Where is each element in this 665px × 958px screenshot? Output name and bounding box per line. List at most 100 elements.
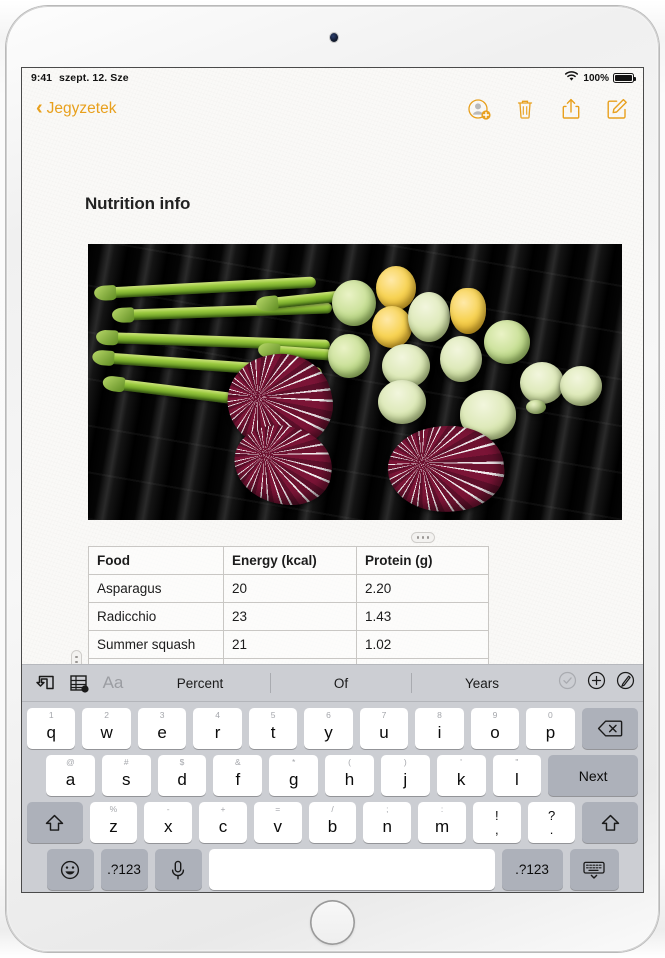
microphone-icon[interactable] [154,849,202,890]
key-h[interactable]: (h [325,755,374,796]
back-to-notes-button[interactable]: ‹ Jegyzetek [36,97,117,119]
delete-backward-icon[interactable] [581,708,639,749]
keyboard-row-4: .?123 .?123 [22,849,643,890]
compose-icon[interactable] [605,97,629,121]
key-p[interactable]: 0p [526,708,575,749]
keyboard-toolbar: Aa Percent Of Years [22,665,643,702]
undo-arrow-icon[interactable] [28,668,62,698]
cell-food[interactable]: Summer squash [88,630,224,659]
on-screen-keyboard: Aa Percent Of Years 1 q 2 w 3 e 4 r 5 t … [22,664,643,892]
ipad-screen: 9:41 szept. 12. Sze 100% ‹ Jegyzetek Nut… [22,68,643,892]
key-u[interactable]: 7u [359,708,409,749]
page-title: Nutrition info [85,194,191,213]
key-r[interactable]: 4r [193,708,242,749]
battery-percent: 100% [583,72,609,84]
trash-icon[interactable] [513,97,537,121]
shift-key-left[interactable] [27,802,83,843]
squash-slice [378,380,426,424]
key-s[interactable]: # s [101,755,151,796]
key-k[interactable]: ' k [436,755,486,796]
nav-actions [467,97,629,121]
cell-food[interactable]: Radicchio [88,602,224,631]
table-row: Asparagus 20 2.20 [88,574,489,603]
chevron-left-icon: ‹ [36,97,43,119]
share-icon[interactable] [559,97,583,121]
cell-protein[interactable]: 1.43 [356,602,489,631]
cell-protein[interactable]: 2.20 [356,574,489,603]
ipad-device: 9:41 szept. 12. Sze 100% ‹ Jegyzetek Nut… [0,0,665,958]
squash [328,334,370,378]
table-row: Radicchio 23 1.43 [88,602,489,631]
numbers-key-left[interactable]: .?123 [100,849,148,890]
insert-table-icon[interactable] [62,668,96,698]
squash-stem [526,400,546,414]
cell-energy[interactable]: 21 [223,630,357,659]
prediction-2[interactable]: Of [271,676,411,691]
key-w[interactable]: 2w [82,708,131,749]
status-date: szept. 12. Sze [59,72,129,84]
key-g[interactable]: * g [269,755,319,796]
note-photo[interactable] [88,244,622,520]
column-header-energy[interactable]: Energy (kcal) [223,546,357,575]
squash-slice [484,320,530,364]
text-format-button[interactable]: Aa [96,668,130,698]
cell-energy[interactable]: 20 [223,574,357,603]
key-z[interactable]: % z [89,802,138,843]
key-x[interactable]: -x [144,802,193,843]
status-bar: 9:41 szept. 12. Sze 100% [22,68,643,88]
key-f[interactable]: & f [213,755,263,796]
key-o[interactable]: 9o [470,708,520,749]
cell-protein[interactable]: 1.02 [356,630,489,659]
squash-slice [440,336,482,382]
key-v[interactable]: = v [253,802,302,843]
home-button[interactable] [310,900,355,945]
key-question-period[interactable]: ?. [527,802,576,843]
wifi-icon [564,71,579,85]
prediction-3[interactable]: Years [412,676,552,691]
key-e[interactable]: 3e [137,708,187,749]
add-person-icon[interactable] [467,97,491,121]
key-j[interactable]: ) j [380,755,430,796]
key-y[interactable]: 6y [304,708,353,749]
squash-slice [520,362,564,404]
column-header-food[interactable]: Food [88,546,224,575]
table-column-handle[interactable] [411,532,435,543]
key-l[interactable]: " l [492,755,542,796]
keyboard-row-2: @ a # s $ d & f * g (h ) j ' k " l Next [22,755,643,796]
keyboard-row-3: % z -x + c = v / b ; n :m !, ?. [22,802,643,843]
squash [332,280,376,326]
key-m[interactable]: :m [418,802,466,843]
navigation-bar: ‹ Jegyzetek [22,88,643,130]
column-header-protein[interactable]: Protein (g) [356,546,489,575]
key-t[interactable]: 5t [248,708,298,749]
return-key[interactable]: Next [548,755,638,796]
cell-energy[interactable]: 23 [223,602,357,631]
front-camera [330,33,338,42]
numbers-key-right[interactable]: .?123 [501,849,563,890]
yellow-squash [450,288,486,334]
hide-keyboard-icon[interactable] [569,849,619,890]
key-c[interactable]: + c [199,802,247,843]
key-q[interactable]: 1q [26,708,76,749]
squash-slice [408,292,450,342]
cell-food[interactable]: Asparagus [88,574,224,603]
table-header-row: Food Energy (kcal) Protein (g) [88,546,489,575]
back-button-label: Jegyzetek [46,100,117,117]
prediction-1[interactable]: Percent [130,676,270,691]
emoji-smiley-icon[interactable] [46,849,94,890]
plus-circle-icon[interactable] [587,671,606,695]
keyboard-row-1: 1q 2w 3e 4r 5t 6y 7u 8i 9o 0p [22,708,643,749]
table-row: Summer squash 21 1.02 [88,630,489,659]
battery-full-icon [613,73,637,83]
key-a[interactable]: @ a [46,755,95,796]
key-exclamation-comma[interactable]: !, [472,802,521,843]
shift-key-right[interactable] [582,802,639,843]
yellow-squash [372,306,412,348]
key-n[interactable]: ; n [363,802,412,843]
key-i[interactable]: 8i [415,708,464,749]
key-b[interactable]: / b [308,802,357,843]
checklist-circle-icon[interactable] [558,671,577,695]
space-key[interactable] [208,849,495,890]
key-d[interactable]: $ d [157,755,207,796]
markup-pen-circle-icon[interactable] [616,671,635,695]
